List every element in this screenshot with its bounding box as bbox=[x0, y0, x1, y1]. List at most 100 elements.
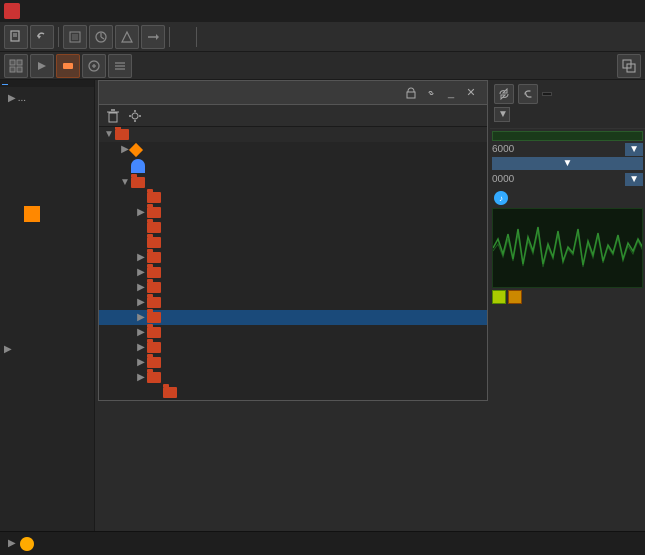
new-button[interactable] bbox=[4, 25, 28, 49]
tree-arrow-global-aisacs: ▶ bbox=[135, 342, 147, 353]
dropdown-btn-3[interactable]: ▼ bbox=[625, 173, 643, 186]
folder-icon-game-variables bbox=[147, 357, 161, 368]
right-panel: ▼ 6000 ▼ ▼ 0000 ▼ ♪ bbox=[490, 80, 645, 551]
tree-item-beatsync-label[interactable] bbox=[99, 385, 487, 400]
menu-file[interactable] bbox=[36, 9, 48, 13]
toolbar2-btn5[interactable] bbox=[108, 54, 132, 78]
app-logo bbox=[4, 3, 20, 19]
indicator-block bbox=[24, 206, 40, 222]
tree-item-global-aisacs[interactable]: ▶ bbox=[99, 340, 487, 355]
bgm-row: ♪ bbox=[492, 190, 643, 206]
folder-icon-selector bbox=[147, 372, 161, 383]
tree-item-language-settings[interactable]: ▶ bbox=[99, 205, 487, 220]
menu-help[interactable] bbox=[176, 9, 188, 13]
folder-icon-targetconfig bbox=[147, 192, 161, 203]
panel-link-button[interactable] bbox=[423, 85, 439, 101]
toolbar2-btn2[interactable] bbox=[30, 54, 54, 78]
tree-item-aisac-controls[interactable]: ▶ bbox=[99, 325, 487, 340]
tree-toolbar-trash[interactable] bbox=[103, 107, 123, 125]
tree-arrow-game-variables: ▶ bbox=[135, 357, 147, 368]
sidebar-content: ▶ ... ▶ bbox=[0, 87, 94, 361]
toolbar2-btn3[interactable] bbox=[56, 54, 80, 78]
toolbar2-btn4[interactable] bbox=[82, 54, 106, 78]
menu-bounce[interactable] bbox=[162, 9, 174, 13]
main-area: ▶ ... ▶ _ bbox=[0, 80, 645, 551]
dropdown-controls: 6000 ▼ ▼ 0000 ▼ bbox=[492, 143, 643, 186]
toolbar2 bbox=[0, 52, 645, 80]
dropdown-btn-1[interactable]: ▼ bbox=[625, 143, 643, 156]
time-display bbox=[542, 92, 552, 96]
tool-btn-4[interactable] bbox=[141, 25, 165, 49]
tree-arrow-categories: ▶ bbox=[135, 282, 147, 293]
separator2 bbox=[169, 27, 170, 47]
tree-toolbar-settings[interactable] bbox=[125, 107, 145, 125]
project-tree-toolbar bbox=[99, 105, 487, 127]
tree-item-mixer-folder[interactable]: ▶ bbox=[99, 250, 487, 265]
tool-btn-3[interactable] bbox=[115, 25, 139, 49]
menu-script[interactable] bbox=[120, 9, 132, 13]
dropdown-btn-2[interactable]: ▼ bbox=[492, 157, 643, 170]
folder-icon-voice-limit-groups bbox=[147, 312, 161, 323]
waveform-svg bbox=[493, 209, 643, 287]
folder-icon-global-aisacs bbox=[147, 342, 161, 353]
loop-button[interactable] bbox=[494, 84, 514, 104]
tree-item-output-ports[interactable] bbox=[99, 220, 487, 235]
dropdown-row-1: 6000 ▼ bbox=[492, 143, 643, 156]
menu-preview[interactable] bbox=[148, 9, 160, 13]
menu-layout[interactable] bbox=[92, 9, 104, 13]
undo-button[interactable] bbox=[30, 25, 54, 49]
folder-icon-mixer-folder bbox=[147, 252, 161, 263]
tree-item-root[interactable]: ▼ bbox=[99, 127, 487, 142]
person-icon-user-settings bbox=[131, 159, 145, 173]
tree-item-global-settings[interactable]: ▼ bbox=[99, 175, 487, 190]
tree-arrow-language-settings: ▶ bbox=[135, 207, 147, 218]
transport-row bbox=[494, 84, 641, 104]
tree-item-targetconfig[interactable] bbox=[99, 190, 487, 205]
tree-item-categories[interactable]: ▶ bbox=[99, 280, 487, 295]
tree-item-voice-pool[interactable] bbox=[99, 235, 487, 250]
folder-icon-output-ports bbox=[147, 222, 161, 233]
link-button[interactable] bbox=[518, 84, 538, 104]
timing-row: ▼ bbox=[494, 107, 641, 122]
tree-item-selector[interactable]: ▶ bbox=[99, 370, 487, 385]
timing-dropdown[interactable]: ▼ bbox=[494, 107, 510, 122]
menu-edit[interactable] bbox=[50, 9, 62, 13]
tree-item-busmap[interactable]: ▶ bbox=[99, 265, 487, 280]
menu-main-view[interactable] bbox=[78, 9, 90, 13]
sidebar-tab-workunits[interactable] bbox=[2, 82, 8, 85]
sidebar-tabs bbox=[0, 80, 94, 87]
tree-item-demoproj[interactable]: ▶ bbox=[99, 142, 487, 157]
tool-btn-1[interactable] bbox=[63, 25, 87, 49]
val-10000: 0000 bbox=[492, 174, 623, 185]
folder-icon-language-settings bbox=[147, 207, 161, 218]
panel-close-button[interactable]: ✕ bbox=[463, 85, 479, 101]
project-tree-content: ▼ ▶ ▼ bbox=[99, 127, 487, 400]
tool-btn-2[interactable] bbox=[89, 25, 113, 49]
folder-icon-busmap bbox=[147, 267, 161, 278]
tree-item-game-variables[interactable]: ▶ bbox=[99, 355, 487, 370]
indicator-orange bbox=[508, 290, 522, 304]
tree-item-user-settings[interactable] bbox=[99, 157, 487, 175]
sidebar-item-2[interactable]: ▶ bbox=[4, 342, 90, 357]
sidebar-item-1[interactable]: ▶ ... bbox=[8, 91, 90, 106]
transport-area: ▼ bbox=[490, 80, 645, 129]
menu-tool[interactable] bbox=[106, 9, 118, 13]
menu-build[interactable] bbox=[134, 9, 146, 13]
menu-view[interactable] bbox=[64, 9, 76, 13]
project-tree-panel: _ ✕ ▼ ▶ bbox=[98, 80, 488, 401]
folder-icon-react bbox=[147, 297, 161, 308]
toolbar2-btn1[interactable] bbox=[4, 54, 28, 78]
expand-icon-2: ▶ bbox=[4, 344, 12, 355]
toolbar bbox=[0, 22, 645, 52]
zoom-btn[interactable] bbox=[617, 54, 641, 78]
tree-arrow-busmap: ▶ bbox=[135, 267, 147, 278]
bottom-nav-item: ▶ bbox=[8, 537, 38, 551]
panel-lock-button[interactable] bbox=[403, 85, 419, 101]
panel-minimize-button[interactable]: _ bbox=[443, 85, 459, 101]
tree-item-react[interactable]: ▶ bbox=[99, 295, 487, 310]
tree-arrow-root: ▼ bbox=[103, 129, 115, 140]
tree-arrow-voice-limit-groups: ▶ bbox=[135, 312, 147, 323]
tree-item-voice-limit-groups[interactable]: ▶ bbox=[99, 310, 487, 325]
menu-bar bbox=[0, 0, 645, 22]
diamond-icon-demoproj bbox=[129, 142, 143, 156]
